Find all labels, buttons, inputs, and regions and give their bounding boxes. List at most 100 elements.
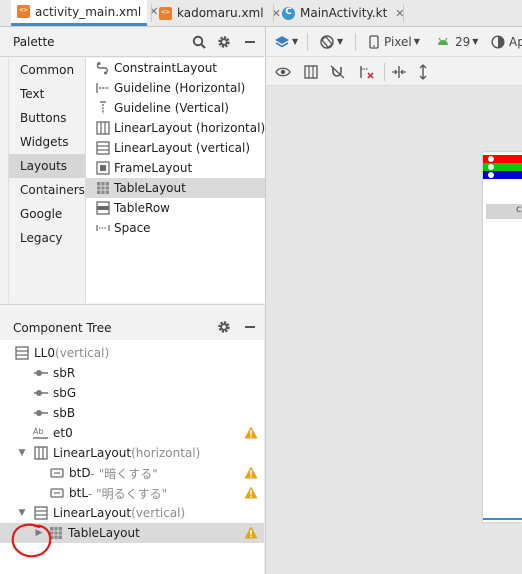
minimize-icon[interactable]	[241, 33, 259, 51]
tab-activity-main[interactable]: activity_main.xml ✕	[11, 0, 158, 26]
tree-row-btd[interactable]: btD - "暗くする"	[0, 463, 264, 483]
seekbar-thumb[interactable]	[488, 164, 494, 170]
tab-kadomaru[interactable]: kadomaru.xml ✕	[153, 0, 281, 26]
autoconnect-toggle-button[interactable]	[330, 57, 346, 86]
warning-icon[interactable]	[244, 466, 258, 479]
guideline-vertical-icon	[100, 101, 106, 114]
rotate-icon	[320, 34, 334, 49]
table-layout-icon	[97, 182, 109, 194]
pack-horizontal-icon	[392, 65, 406, 78]
blueprint-toggle-button[interactable]	[304, 57, 318, 86]
palette-item-table-layout[interactable]: TableLayout	[86, 178, 265, 198]
tab-label: kadomaru.xml	[177, 6, 264, 20]
theme-icon	[491, 34, 505, 49]
palette-item-label: LinearLayout (horizontal)	[114, 121, 266, 135]
chevron-down-icon: ▼	[292, 37, 299, 46]
annotation-circle	[11, 523, 52, 558]
device-name: Pixel	[384, 34, 412, 49]
clear-constraints-icon	[360, 65, 374, 79]
device-selector[interactable]: Pixel ▼	[369, 27, 420, 56]
search-icon[interactable]	[190, 33, 208, 51]
palette-item-guideline-vertical[interactable]: Guideline (Vertical)	[86, 98, 265, 118]
tree-row-id: LL0	[34, 346, 56, 360]
gear-icon[interactable]	[215, 33, 233, 51]
kotlin-class-icon	[282, 6, 295, 20]
palette-item-linear-layout-horizontal[interactable]: LinearLayout (horizontal)	[86, 118, 265, 138]
layers-icon	[275, 35, 289, 47]
button-icon	[50, 488, 64, 498]
tree-row-text: - "明るくする"	[88, 486, 168, 501]
tree-row-id: sbG	[53, 386, 77, 400]
show-view-options-button[interactable]	[275, 57, 291, 86]
category-buttons[interactable]: Buttons	[9, 106, 85, 130]
constraint-layout-icon	[96, 62, 108, 75]
palette-item-guideline-horizontal[interactable]: Guideline (Horizontal)	[86, 78, 265, 98]
linear-layout-horizontal-icon	[96, 121, 110, 135]
category-layouts[interactable]: Layouts	[9, 154, 85, 178]
svg-text:Ab: Ab	[33, 427, 44, 436]
api-level-selector[interactable]: 29 ▼	[436, 27, 478, 56]
tree-row-id: sbR	[53, 366, 76, 380]
category-google[interactable]: Google	[9, 202, 85, 226]
linear-layout-vertical-icon	[96, 141, 110, 155]
palette-item-table-row[interactable]: TableRow	[86, 198, 265, 218]
tree-row-sbg[interactable]: sbG	[0, 383, 264, 403]
orientation-button[interactable]: ▼	[319, 27, 343, 56]
palette-item-list: ConstraintLayout Guideline (Horizontal) …	[85, 58, 265, 303]
editor-tab-bar: activity_main.xml ✕ kadomaru.xml ✕ MainA…	[0, 0, 522, 27]
minimize-icon[interactable]	[241, 318, 259, 336]
category-text[interactable]: Text	[9, 82, 85, 106]
guideline-horizontal-icon	[96, 83, 109, 93]
tree-row-id: TableLayout	[68, 526, 140, 540]
palette-item-label: Guideline (Horizontal)	[114, 81, 246, 95]
linear-layout-horizontal-icon	[34, 446, 48, 460]
blueprint-icon	[304, 64, 318, 79]
expand-arrow-icon[interactable]: ▼	[16, 508, 28, 518]
pack-horizontal-button[interactable]	[391, 57, 407, 86]
palette-item-linear-layout-vertical[interactable]: LinearLayout (vertical)	[86, 138, 265, 158]
palette-item-label: FrameLayout	[114, 161, 193, 175]
seekbar-thumb[interactable]	[488, 172, 494, 178]
warning-icon[interactable]	[244, 526, 258, 539]
warning-icon[interactable]	[244, 486, 258, 499]
design-surface-button[interactable]: ▼	[274, 27, 298, 56]
seekbar-preview[interactable]	[483, 155, 522, 163]
tree-row-id: LinearLayout	[53, 446, 132, 460]
pack-vertical-button[interactable]	[417, 57, 429, 86]
category-common[interactable]: Common	[9, 58, 85, 82]
theme-selector[interactable]: Ap	[491, 27, 522, 56]
palette-item-frame-layout[interactable]: FrameLayout	[86, 158, 265, 178]
tree-row-btl[interactable]: btL - "明るくする"	[0, 483, 264, 503]
category-widgets[interactable]: Widgets	[9, 130, 85, 154]
magnet-off-icon	[330, 65, 345, 78]
seekbar-preview[interactable]	[483, 171, 522, 179]
tree-row-ll0[interactable]: LL0 (vertical)	[0, 343, 264, 363]
linear-layout-vertical-icon	[34, 506, 48, 520]
tab-main-activity[interactable]: MainActivity.kt ✕	[276, 0, 405, 26]
palette-header: Palette	[0, 27, 264, 57]
palette-item-constraint-layout[interactable]: ConstraintLayout	[86, 58, 265, 78]
category-containers[interactable]: Containers	[9, 178, 85, 202]
preview-button[interactable]: c	[486, 204, 522, 219]
seekbar-thumb[interactable]	[488, 156, 494, 162]
expand-arrow-icon[interactable]: ▼	[16, 448, 28, 458]
gear-icon[interactable]	[215, 318, 233, 336]
palette-item-label: TableRow	[114, 201, 170, 215]
clear-constraints-button[interactable]	[359, 57, 375, 86]
palette-item-space[interactable]: Space	[86, 218, 265, 238]
tree-row-sbr[interactable]: sbR	[0, 363, 264, 383]
tree-row-linear-layout-horizontal[interactable]: ▼ LinearLayout (horizontal)	[0, 443, 264, 463]
tree-row-sbb[interactable]: sbB	[0, 403, 264, 423]
tree-row-type: (vertical)	[55, 346, 110, 360]
category-legacy[interactable]: Legacy	[9, 226, 85, 250]
palette-item-label: Space	[114, 221, 151, 235]
eye-icon	[275, 67, 291, 76]
linear-layout-vertical-icon	[15, 346, 29, 360]
seekbar-icon	[34, 370, 48, 376]
tree-row-linear-layout-vertical[interactable]: ▼ LinearLayout (vertical)	[0, 503, 264, 523]
seekbar-icon	[34, 410, 48, 416]
tree-row-et0[interactable]: Ab et0	[0, 423, 264, 443]
warning-icon[interactable]	[244, 426, 258, 439]
seekbar-preview[interactable]	[483, 163, 522, 171]
tree-row-type: (vertical)	[131, 506, 186, 520]
